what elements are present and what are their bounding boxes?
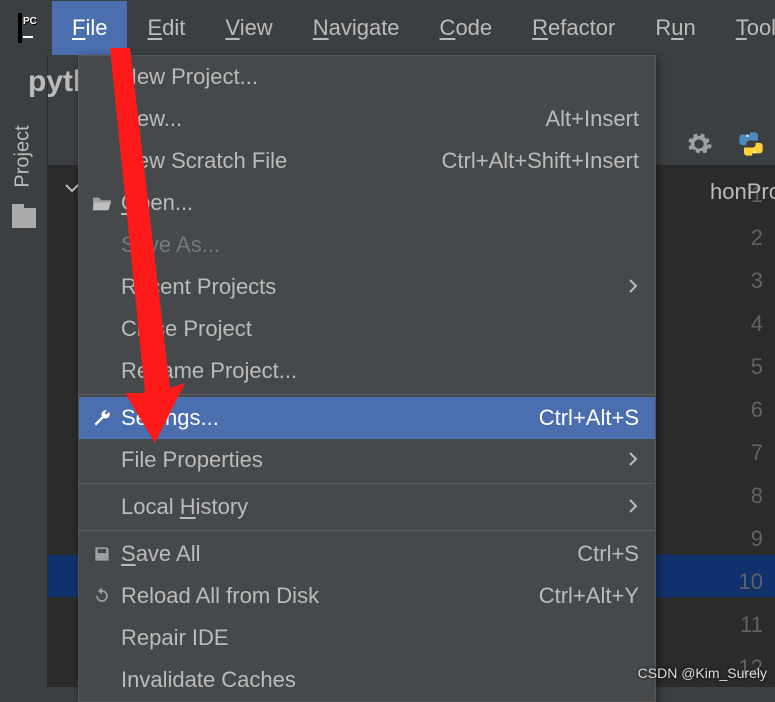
menu-item-invalidate-caches[interactable]: Invalidate Caches [79,659,655,701]
menu-item-shortcut: Ctrl+Alt+S [539,405,639,431]
menu-tools[interactable]: Tools [716,1,775,55]
menu-edit[interactable]: Edit [127,1,205,55]
menu-item-shortcut: Ctrl+S [577,541,639,567]
menu-item-open[interactable]: Open... [79,182,655,224]
tool-window-rail: Project [0,55,48,687]
menu-item-reload-all-from-disk[interactable]: Reload All from Disk Ctrl+Alt+Y [79,575,655,617]
line-number: 8 [739,474,763,517]
menu-item-save-as: Save As... [79,224,655,266]
menu-refactor[interactable]: Refactor [512,1,635,55]
line-number: 3 [739,259,763,302]
menu-item-label: New... [121,106,182,132]
folder-icon[interactable] [12,208,36,228]
menu-item-label: Invalidate Caches [121,667,296,693]
menu-item-shortcut: Ctrl+Alt+Y [539,583,639,609]
folder-open-icon [89,194,115,212]
watermark: CSDN @Kim_Surely [638,665,767,681]
gear-icon[interactable] [685,130,713,163]
wrench-icon [89,408,115,428]
line-number: 4 [739,302,763,345]
menu-navigate[interactable]: Navigate [293,1,420,55]
menu-separator [79,530,655,531]
menu-item-label: Recent Projects [121,274,276,300]
save-icon [89,544,115,564]
project-tool-tab[interactable]: Project [12,125,35,187]
menu-item-label: Local History [121,494,248,520]
menu-item-label: Rename Project... [121,358,297,384]
line-number: 11 [739,603,763,646]
menu-item-label: New Scratch File [121,148,287,174]
menu-item-new-project[interactable]: New Project... [79,56,655,98]
line-number: 9 [739,517,763,560]
menu-item-label: Repair IDE [121,625,229,651]
menu-item-label: Save All [121,541,201,567]
python-icon[interactable] [737,130,765,163]
line-number: 6 [739,388,763,431]
menubar: FileEditViewNavigateCodeRefactorRunTools [0,0,775,55]
chevron-right-icon [627,494,639,520]
menu-item-rename-project[interactable]: Rename Project... [79,350,655,392]
menu-run[interactable]: Run [635,1,715,55]
menu-separator [79,394,655,395]
menu-item-label: File Properties [121,447,263,473]
menu-item-label: Close Project [121,316,252,342]
menu-item-shortcut: Alt+Insert [545,106,639,132]
menu-item-file-properties[interactable]: File Properties [79,439,655,481]
file-menu-dropdown: New Project... New... Alt+Insert New Scratc… [78,55,656,702]
menu-file[interactable]: File [52,1,127,55]
line-number: 10 [739,560,763,603]
menu-item-new[interactable]: New... Alt+Insert [79,98,655,140]
menu-item-label: Settings... [121,405,219,431]
menu-item-settings[interactable]: Settings... Ctrl+Alt+S [79,397,655,439]
toolbar-icons [685,130,765,163]
menu-item-label: New Project... [121,64,258,90]
menu-item-label: Open... [121,190,193,216]
editor-gutter: 123456789101112 [739,173,763,689]
menu-item-repair-ide[interactable]: Repair IDE [79,617,655,659]
menu-item-label: Save As... [121,232,220,258]
line-number: 7 [739,431,763,474]
menu-code[interactable]: Code [420,1,513,55]
chevron-right-icon [627,274,639,300]
editor-filename-fragment: honPro [710,179,775,205]
reload-icon [89,586,115,606]
menu-item-close-project[interactable]: Close Project [79,308,655,350]
menu-item-local-history[interactable]: Local History [79,486,655,528]
menu-item-new-scratch-file[interactable]: New Scratch File Ctrl+Alt+Shift+Insert [79,140,655,182]
line-number: 5 [739,345,763,388]
menu-separator [79,483,655,484]
chevron-right-icon [627,447,639,473]
menu-item-save-all[interactable]: Save All Ctrl+S [79,533,655,575]
line-number: 2 [739,216,763,259]
menu-item-recent-projects[interactable]: Recent Projects [79,266,655,308]
menu-item-shortcut: Ctrl+Alt+Shift+Insert [442,148,639,174]
app-logo [18,13,22,43]
menu-item-label: Reload All from Disk [121,583,319,609]
menu-view[interactable]: View [205,1,292,55]
